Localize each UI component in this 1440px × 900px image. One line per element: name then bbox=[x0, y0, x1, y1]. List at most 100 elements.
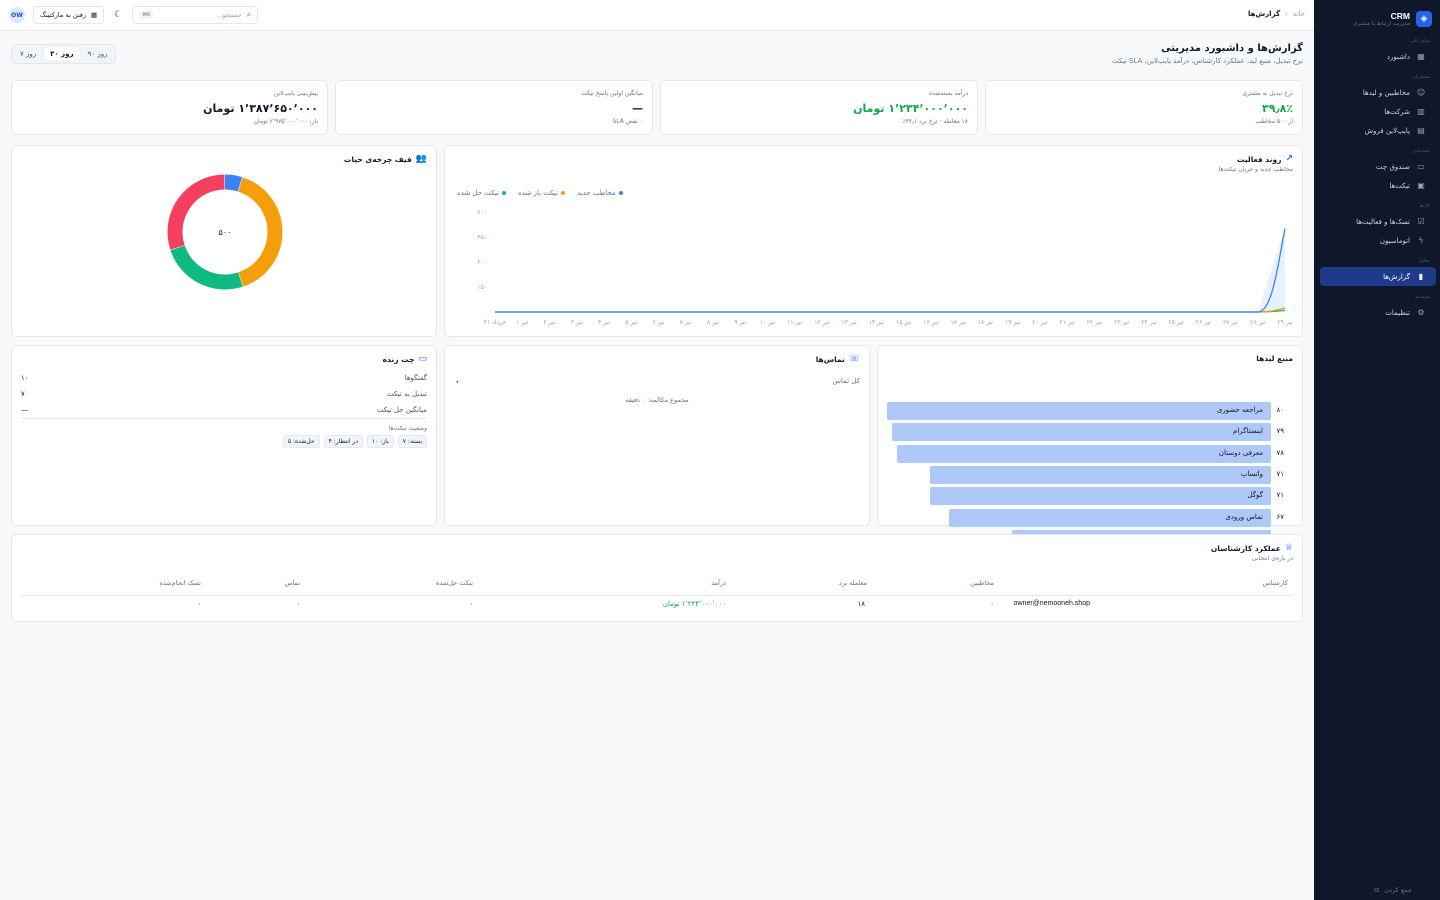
x-tick-label: ۵ تیر bbox=[625, 319, 637, 326]
donut-slice bbox=[224, 174, 243, 192]
cell-agent: owner@nemooneh.shop bbox=[1013, 600, 1090, 607]
collapse-sidebar-button[interactable]: جمع کردن ⊟ bbox=[1374, 886, 1412, 894]
lead-source-value: ۸۰ bbox=[1276, 406, 1284, 414]
performance-title: عملکرد کارشناسان bbox=[1210, 543, 1281, 553]
lead-source-value: ۷۱ bbox=[1276, 491, 1284, 500]
y-tick-label: ۳۰۰ bbox=[477, 259, 487, 266]
range-90d[interactable]: ۹۰ روز bbox=[82, 47, 114, 61]
sidebar-item[interactable]: ⚙ تنظیمات bbox=[1320, 303, 1436, 322]
kpi-value: ۳۹٫۸٪ bbox=[1262, 102, 1293, 115]
x-tick-label: ۹ تیر bbox=[734, 319, 746, 326]
search-shortcut: ⌘K bbox=[139, 11, 154, 19]
sidebar-item-label: صندوق چت bbox=[1376, 162, 1410, 171]
users-icon: ☺ bbox=[1416, 88, 1426, 97]
chat-row-label: گفتگوها bbox=[404, 374, 427, 382]
x-tick-label: ۱۸ تیر bbox=[978, 319, 993, 326]
nav-group-label: کارها bbox=[1419, 203, 1430, 209]
range-30d[interactable]: ۳۰ روز bbox=[44, 47, 80, 61]
nav-group-label: نمای کلی bbox=[1410, 38, 1430, 44]
sidebar-item[interactable]: ϟ اتوماسیون bbox=[1320, 231, 1436, 250]
user-avatar[interactable]: OW bbox=[9, 7, 25, 23]
x-tick-label: ۲۷ تیر bbox=[1223, 319, 1238, 326]
sidebar-item[interactable]: ▮ گزارش‌ها bbox=[1320, 267, 1436, 286]
sidebar-item[interactable]: ☑ تسک‌ها و فعالیت‌ها bbox=[1320, 212, 1436, 231]
x-tick-label: ۱۱ تیر bbox=[787, 319, 802, 326]
search-input[interactable]: ⌘K جستجو... ⌕ bbox=[132, 6, 259, 24]
chat-row-value: ۷ bbox=[21, 390, 25, 398]
lead-source-row: اینستاگرام ۷۹ bbox=[887, 423, 1293, 442]
page-subtitle: نرخ تبدیل، منبع لید، عملکرد کارشناس، درآ… bbox=[1111, 57, 1303, 65]
col-agent: کارشناس bbox=[1262, 579, 1288, 587]
go-to-marketing-button[interactable]: ▦ رفتن به مارکتینگ bbox=[33, 6, 105, 24]
cell-tickets: ۰ bbox=[469, 600, 473, 608]
phone-icon: ☏ bbox=[848, 354, 860, 364]
sidebar-item[interactable]: ☺ مخاطبین و لیدها bbox=[1320, 83, 1436, 102]
donut-center-label: ۵۰۰ bbox=[219, 228, 232, 237]
x-tick-label: ۱۷ تیر bbox=[951, 319, 966, 326]
x-tick-label: ۲ تیر bbox=[544, 319, 556, 326]
sidebar-item[interactable]: ▦ داشبورد bbox=[1320, 47, 1436, 66]
x-tick-label: ۱۳ تیر bbox=[842, 319, 857, 326]
calls-card: ☏ تماس‌ها کل تماس ۰ مجموع مکالمه: ۰ دقیقه bbox=[444, 345, 870, 526]
chat-row-avg-resolve: میانگین حل تیکت — bbox=[21, 406, 427, 419]
sidebar-item[interactable]: ▤ پایپ‌لاین فروش bbox=[1320, 121, 1436, 140]
lead-sources-card: منبع لیدها مراجعه حضوری ۸۰ اینستاگرام ۷۹ معر… bbox=[877, 345, 1303, 548]
kpi-label: درآمد بسته‌شده bbox=[929, 90, 968, 97]
kpi-value: — bbox=[632, 102, 643, 115]
search-icon: ⌕ bbox=[246, 10, 252, 19]
col-won: معامله برد bbox=[838, 579, 867, 587]
collapse-label: جمع کردن bbox=[1384, 886, 1412, 894]
x-tick-label: ۱۶ تیر bbox=[923, 319, 938, 326]
kpi-value: ۱٬۲۳۴٬۰۰۰٬۰۰۰ تومان bbox=[853, 102, 968, 115]
sidebar-nav: نمای کلی ▦ داشبورد مشتریان ☺ مخاطبین و لیدها ▥… bbox=[1314, 38, 1440, 322]
lead-source-row: مراجعه حضوری ۸۰ bbox=[887, 402, 1293, 420]
lead-source-row: گوگل ۷۱ bbox=[887, 487, 1293, 506]
trophy-icon: ♕ bbox=[1284, 543, 1293, 553]
main-content: گزارش‌ها و داشبورد مدیریتی نرخ تبدیل، من… bbox=[0, 31, 1314, 900]
x-tick-label: ۶ تیر bbox=[652, 319, 664, 326]
sidebar-item-label: شرکت‌ها bbox=[1384, 107, 1410, 116]
sidebar-item[interactable]: ▥ شرکت‌ها bbox=[1320, 102, 1436, 121]
breadcrumb-home[interactable]: خانه bbox=[1293, 10, 1305, 18]
range-7d[interactable]: ۷ روز bbox=[14, 47, 42, 61]
x-tick-label: ۲۸ تیر bbox=[1250, 319, 1265, 326]
chat-row-conversations: گفتگوها ۱۰ bbox=[21, 374, 427, 382]
y-tick-label: ۱۵۰ bbox=[477, 284, 487, 291]
status-badge: در انتظار: ۴ bbox=[323, 435, 363, 448]
sidebar-item[interactable]: ▣ تیکت‌ها bbox=[1320, 176, 1436, 195]
nav-group-label: تحلیل bbox=[1418, 258, 1430, 264]
y-tick-label: ۰ bbox=[484, 309, 487, 316]
brand-subtitle: مدیریت ارتباط با مشتری bbox=[1353, 21, 1410, 27]
sidebar-item-label: تیکت‌ها bbox=[1389, 181, 1410, 190]
building-icon: ▥ bbox=[1417, 107, 1425, 116]
lead-source-value: ۶۷ bbox=[1276, 512, 1284, 521]
x-tick-label: ۳ تیر bbox=[571, 319, 583, 326]
lead-source-name: تماس ورودی bbox=[1225, 512, 1263, 521]
x-tick-label: ۲۶ تیر bbox=[1196, 319, 1211, 326]
kpi-first-response: میانگین اولین پاسخ تیکت — ۰ نقض SLA bbox=[335, 80, 653, 135]
sidebar: ◈ CRM مدیریت ارتباط با مشتری نمای کلی ▦ دا… bbox=[1314, 0, 1440, 900]
chat-row-label: تبدیل به تیکت bbox=[387, 390, 427, 398]
ticket-status-pills: بسته: ۷ باز: ۱۰ در انتظار: ۴ حل‌شده: ۵ bbox=[282, 435, 427, 448]
zap-icon: ϟ bbox=[1418, 236, 1424, 245]
kpi-label: میانگین اولین پاسخ تیکت bbox=[581, 90, 643, 97]
breadcrumb: خانه › گزارش‌ها bbox=[1248, 10, 1305, 18]
chat-icon: ▭ bbox=[1417, 162, 1425, 171]
lead-source-bar bbox=[930, 487, 1271, 506]
lead-source-row: واتساپ ۷۱ bbox=[887, 465, 1293, 484]
y-tick-label: ۶۰۰ bbox=[477, 209, 487, 216]
sidebar-item-label: مخاطبین و لیدها bbox=[1362, 88, 1410, 97]
live-chat-title: چت زنده bbox=[382, 354, 415, 364]
sidebar-item[interactable]: ▭ صندوق چت bbox=[1320, 157, 1436, 176]
lead-source-bar bbox=[949, 508, 1271, 527]
ticket-status-title: وضعیت تیکت‌ها bbox=[388, 425, 427, 432]
sidebar-item-label: داشبورد bbox=[1386, 52, 1410, 61]
activity-trend-card: ↗ روند فعالیت مخاطب جدید و جریان تیکت‌ها … bbox=[444, 145, 1303, 337]
lead-sources-title: منبع لیدها bbox=[1256, 354, 1293, 363]
topbar: خانه › گزارش‌ها OW ▦ رفتن به مارکتینگ ☾ … bbox=[0, 0, 1314, 31]
x-tick-label: ۱۰ تیر bbox=[760, 319, 775, 326]
theme-toggle-moon-icon[interactable]: ☾ bbox=[112, 10, 124, 20]
live-chat-card: ▭ چت زنده گفتگوها ۱۰ تبدیل به تیکت ۷ میانگی… bbox=[11, 345, 437, 526]
cell-tasks: ۰ bbox=[197, 600, 201, 608]
calls-title: تماس‌ها bbox=[815, 354, 845, 364]
